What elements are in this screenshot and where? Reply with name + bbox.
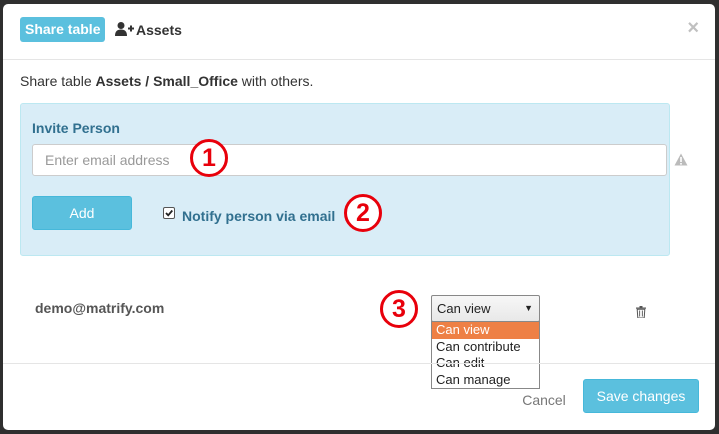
share-table-badge: Share table bbox=[20, 17, 106, 42]
close-icon[interactable]: × bbox=[687, 18, 699, 38]
email-input[interactable] bbox=[32, 144, 667, 176]
table-path: Assets / Small_Office bbox=[95, 73, 238, 89]
intro-prefix: Share table bbox=[20, 73, 96, 89]
trash-icon[interactable] bbox=[636, 306, 646, 318]
callout-marker-3: 3 bbox=[380, 290, 418, 328]
option-can-contribute[interactable]: Can contribute bbox=[432, 339, 539, 356]
permission-value: Can view bbox=[437, 301, 491, 316]
permission-select[interactable]: Can view ▼ bbox=[431, 295, 540, 322]
modal-footer: Cancel Save changes bbox=[3, 363, 715, 430]
callout-marker-1: 1 bbox=[190, 139, 228, 177]
notify-label[interactable]: Notify person via email bbox=[182, 208, 335, 224]
invite-person-label: Invite Person bbox=[32, 120, 120, 136]
save-changes-button[interactable]: Save changes bbox=[583, 379, 699, 413]
notify-checkbox[interactable] bbox=[163, 207, 175, 219]
warning-icon bbox=[674, 153, 688, 166]
option-can-view[interactable]: Can view bbox=[432, 322, 539, 339]
member-email: demo@matrify.com bbox=[35, 300, 165, 316]
modal-title: Assets bbox=[136, 22, 182, 38]
modal-header: Share table Assets × bbox=[3, 4, 715, 60]
callout-marker-2: 2 bbox=[344, 194, 382, 232]
chevron-down-icon: ▼ bbox=[524, 303, 533, 313]
invite-person-panel: Invite Person Add Notify person via emai… bbox=[20, 103, 670, 256]
checkmark-icon bbox=[165, 209, 173, 217]
share-intro-text: Share table Assets / Small_Office with o… bbox=[20, 73, 313, 89]
add-button[interactable]: Add bbox=[32, 196, 132, 230]
user-plus-icon bbox=[115, 22, 134, 36]
cancel-button[interactable]: Cancel bbox=[513, 383, 575, 417]
intro-suffix: with others. bbox=[237, 73, 314, 89]
